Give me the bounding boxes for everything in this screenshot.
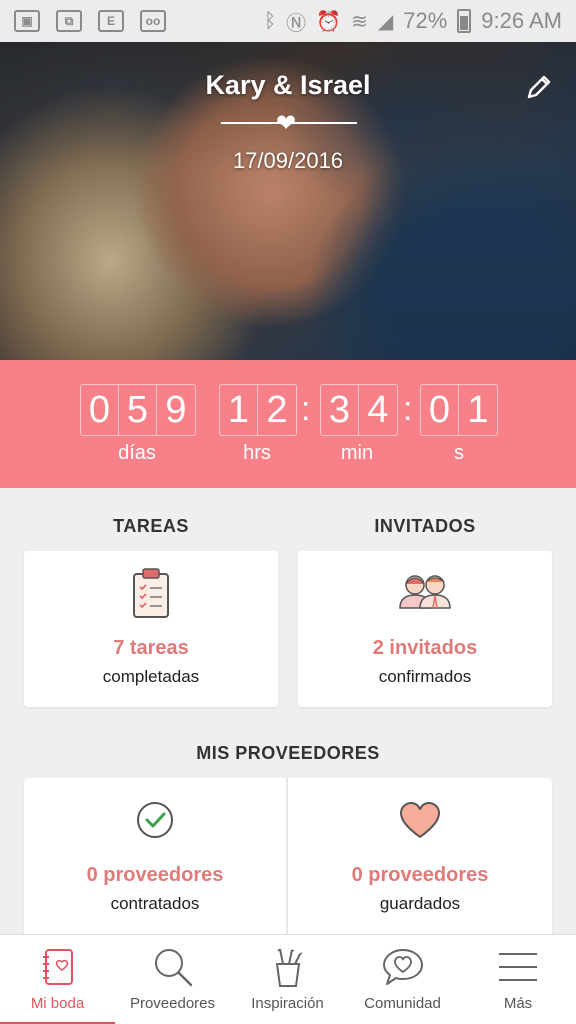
check-circle-icon xyxy=(137,802,173,838)
nav-label: Mi boda xyxy=(30,995,85,1012)
invitados-card[interactable]: 2 invitados confirmados xyxy=(298,551,552,707)
nav-mas[interactable]: Más xyxy=(460,935,576,1024)
proveedores-card: 0 proveedores contratados 0 proveedores … xyxy=(24,778,552,938)
days-label: días xyxy=(118,442,156,464)
invitados-value: 2 invitados xyxy=(372,637,478,659)
time-separator: : xyxy=(403,390,413,428)
card-divider xyxy=(286,778,288,938)
days-digit: 0 xyxy=(81,385,119,435)
pencil-cup-icon xyxy=(275,948,302,987)
wifi-icon: ≋ xyxy=(351,10,368,33)
nav-label: Comunidad xyxy=(364,995,441,1012)
alarm-icon: ⏰ xyxy=(316,10,342,33)
contratados-value: 0 proveedores xyxy=(86,864,224,886)
battery-percent: 72% xyxy=(403,8,448,33)
contratados-section[interactable]: 0 proveedores contratados xyxy=(24,778,286,938)
bottom-navigation: Mi boda Proveedores Inspiración Comunida… xyxy=(0,934,576,1024)
hours-digit: 1 xyxy=(220,385,258,435)
guardados-value: 0 proveedores xyxy=(351,864,489,886)
wedding-date: 17/09/2016 xyxy=(232,148,344,173)
guardados-section[interactable]: 0 proveedores guardados xyxy=(288,778,552,938)
nav-label: Proveedores xyxy=(129,995,216,1012)
nav-proveedores[interactable]: Proveedores xyxy=(115,935,230,1024)
clipboard-icon xyxy=(133,568,169,618)
seconds-digit: 1 xyxy=(467,388,489,431)
seconds-digit: 0 xyxy=(421,385,459,435)
gallery-icon: ▣ xyxy=(14,10,40,32)
tareas-value: 7 tareas xyxy=(113,637,189,659)
guardados-caption: guardados xyxy=(379,894,461,913)
heart-icon xyxy=(400,802,440,838)
nav-inspiracion[interactable]: Inspiración xyxy=(230,935,345,1024)
days-digits: 0 5 9 xyxy=(80,384,196,436)
hours-label: hrs xyxy=(243,442,271,464)
signal-icon: ◢ xyxy=(377,10,394,33)
minutes-digit: 3 xyxy=(321,385,359,435)
proveedores-title: MIS PROVEEDORES xyxy=(196,743,380,763)
minutes-digits: 3 4 xyxy=(320,384,398,436)
edit-button[interactable] xyxy=(522,70,556,104)
search-icon xyxy=(154,949,192,987)
battery-icon xyxy=(457,9,472,33)
status-bar: ▣ ⧉ E oo ᛒ Ⓝ ⏰ ≋ ◢ 72% 9:26 AM xyxy=(0,0,576,42)
seconds-digits: 0 1 xyxy=(420,384,498,436)
pencil-icon xyxy=(527,75,551,99)
notebook-icon xyxy=(42,949,73,985)
hours-digits: 1 2 xyxy=(219,384,297,436)
days-digit: 9 xyxy=(165,388,187,431)
nav-label: Inspiración xyxy=(251,995,324,1012)
cast-icon: ⧉ xyxy=(56,10,82,32)
couple-photo: Kary & Israel ❤ 17/09/2016 xyxy=(0,42,576,360)
couple-names: Kary & Israel xyxy=(205,70,371,100)
seconds-label: s xyxy=(454,442,464,464)
minutes-label: min xyxy=(340,442,374,464)
hours-digit: 2 xyxy=(266,388,288,431)
tareas-caption: completadas xyxy=(102,667,200,686)
menu-icon xyxy=(499,953,537,981)
e-icon: E xyxy=(98,10,124,32)
nav-label: Más xyxy=(503,995,533,1012)
invitados-title: INVITADOS xyxy=(374,516,476,536)
clock: 9:26 AM xyxy=(481,8,562,33)
tareas-title: TAREAS xyxy=(113,516,189,536)
days-digit: 5 xyxy=(119,385,157,435)
nfc-icon: Ⓝ xyxy=(286,12,307,35)
nav-mi-boda[interactable]: Mi boda xyxy=(0,935,115,1024)
invitados-caption: confirmados xyxy=(378,667,472,686)
heart-icon: ❤ xyxy=(276,110,297,137)
guests-icon xyxy=(399,575,451,609)
countdown-timer: 0 5 9 1 2 : 3 4 : 0 1 días hrs min s xyxy=(0,360,576,488)
nav-comunidad[interactable]: Comunidad xyxy=(345,935,460,1024)
minutes-digit: 4 xyxy=(367,388,389,431)
chat-heart-icon xyxy=(382,949,423,985)
time-separator: : xyxy=(301,390,311,428)
contratados-caption: contratados xyxy=(110,894,200,913)
tareas-card[interactable]: 7 tareas completadas xyxy=(24,551,278,707)
voicemail-icon: oo xyxy=(140,10,166,32)
bluetooth-icon: ᛒ xyxy=(264,9,277,32)
